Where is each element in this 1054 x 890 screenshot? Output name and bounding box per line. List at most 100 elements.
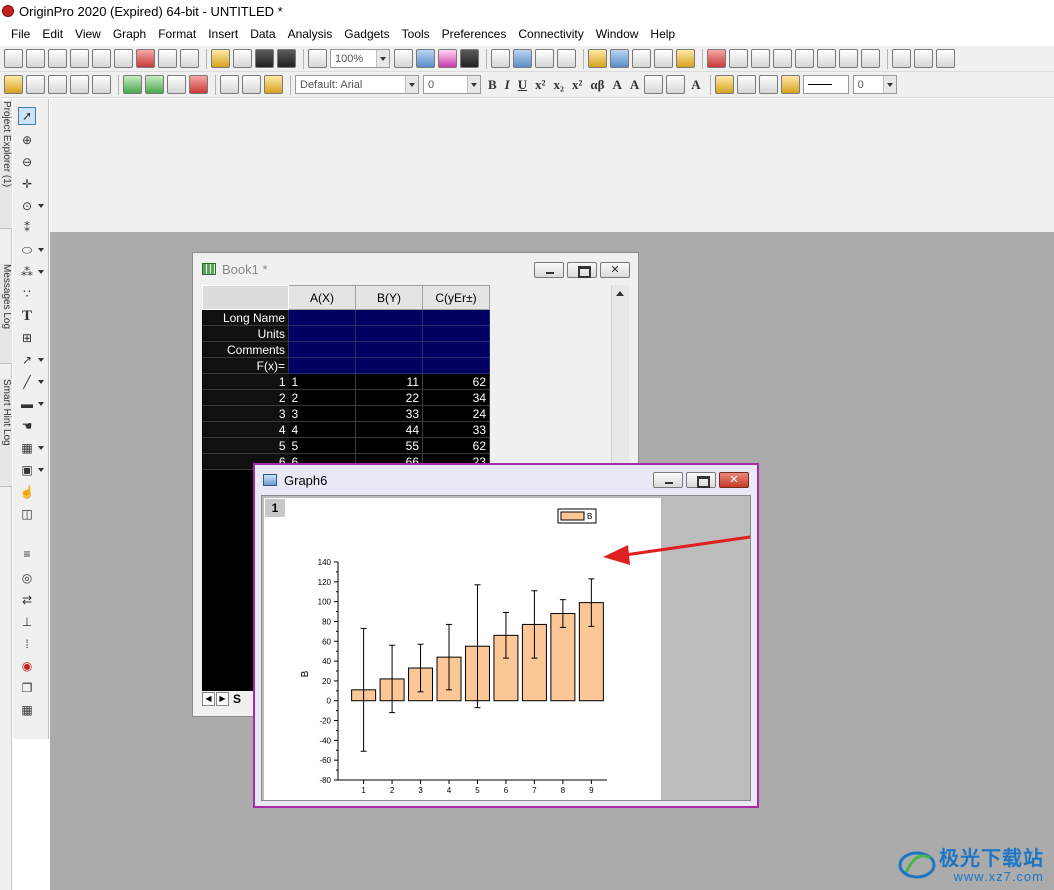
label-cell[interactable]: [422, 309, 490, 326]
zoom-combo[interactable]: 100%: [330, 49, 390, 68]
step-chart-icon[interactable]: [861, 49, 880, 68]
cell-c[interactable]: 33: [422, 421, 490, 438]
cell-a[interactable]: 3: [288, 405, 356, 422]
arrow-tool-icon[interactable]: ↗: [18, 351, 44, 369]
bold-icon[interactable]: B: [485, 75, 500, 94]
screen-reader-icon[interactable]: ✛: [18, 175, 36, 193]
project-explorer-tab[interactable]: Project Explorer (1): [0, 101, 12, 229]
layer-22-icon[interactable]: [70, 75, 89, 94]
increase-font-icon[interactable]: A: [609, 75, 624, 94]
italic-icon[interactable]: I: [502, 75, 513, 94]
refresh-icon[interactable]: [535, 49, 554, 68]
menu-window[interactable]: Window: [590, 24, 645, 44]
dots-table-icon[interactable]: ⁞: [18, 635, 36, 653]
new-folder-icon[interactable]: [26, 49, 45, 68]
copy-object-icon[interactable]: ❐: [18, 679, 36, 697]
layer-21-icon[interactable]: [48, 75, 67, 94]
minimize-icon[interactable]: [534, 262, 564, 278]
column-header-c[interactable]: C(yEr±): [422, 285, 490, 310]
filter-icon[interactable]: [892, 49, 911, 68]
data-reader-tool-icon[interactable]: ⊙: [18, 197, 44, 215]
label-cell[interactable]: [288, 357, 356, 374]
pointer-icon[interactable]: ➚: [18, 107, 36, 125]
row-label-formula[interactable]: F(x)=: [202, 357, 289, 374]
font-size-combo[interactable]: 0: [423, 75, 481, 94]
rotate-3d-icon[interactable]: ☝: [18, 483, 36, 501]
merge-layers-icon[interactable]: [92, 75, 111, 94]
sum-icon[interactable]: [751, 49, 770, 68]
label-cell[interactable]: [422, 325, 490, 342]
settings-gear-icon[interactable]: [676, 49, 695, 68]
sheet-tab[interactable]: S: [230, 692, 241, 706]
cell-b[interactable]: 55: [355, 437, 423, 454]
cell-a[interactable]: 2: [288, 389, 356, 406]
menu-connectivity[interactable]: Connectivity: [512, 24, 589, 44]
clear-filter-icon[interactable]: [914, 49, 933, 68]
menu-data[interactable]: Data: [244, 24, 281, 44]
cell-a[interactable]: 5: [288, 437, 356, 454]
menu-help[interactable]: Help: [644, 24, 681, 44]
command-window-icon[interactable]: [460, 49, 479, 68]
sequence-icon[interactable]: [795, 49, 814, 68]
new-workbook-icon[interactable]: [48, 49, 67, 68]
supersub-icon[interactable]: x²: [569, 75, 585, 94]
cell-a[interactable]: 4: [288, 421, 356, 438]
font-combo[interactable]: Default: Arial: [295, 75, 419, 94]
zoom-in-tool-icon[interactable]: ⊕: [18, 131, 36, 149]
menu-gadgets[interactable]: Gadgets: [338, 24, 395, 44]
font-color-icon[interactable]: A: [688, 75, 703, 94]
swap-layers-icon[interactable]: [145, 75, 164, 94]
stats-icon[interactable]: [729, 49, 748, 68]
zoom-in-icon[interactable]: [588, 49, 607, 68]
underline-icon[interactable]: U: [515, 75, 530, 94]
layer-list-icon[interactable]: ≡: [18, 545, 36, 563]
region-icon[interactable]: ▦: [18, 439, 44, 457]
label-cell[interactable]: [288, 341, 356, 358]
align-icon[interactable]: [644, 75, 664, 94]
add-layer-icon[interactable]: [4, 75, 23, 94]
label-cell[interactable]: [355, 341, 423, 358]
label-cell[interactable]: [288, 325, 356, 342]
cell-c[interactable]: 24: [422, 405, 490, 422]
menu-graph[interactable]: Graph: [107, 24, 152, 44]
open-icon[interactable]: [211, 49, 230, 68]
cell-a[interactable]: 1: [288, 373, 356, 390]
data-reader-icon[interactable]: [610, 49, 629, 68]
scroll-up-icon[interactable]: [616, 291, 624, 296]
new-function-icon[interactable]: [114, 49, 133, 68]
circle-tool-icon[interactable]: ◎: [18, 569, 36, 587]
export-page-icon[interactable]: [416, 49, 435, 68]
sheet-next-icon[interactable]: ▶: [216, 692, 229, 706]
line-color-icon[interactable]: [758, 75, 778, 94]
column-header-a[interactable]: A(X): [288, 285, 356, 310]
menu-view[interactable]: View: [69, 24, 107, 44]
maximize-icon[interactable]: [686, 472, 716, 488]
new-matrix-icon[interactable]: [92, 49, 111, 68]
menu-preferences[interactable]: Preferences: [436, 24, 513, 44]
greek-icon[interactable]: αβ: [587, 75, 607, 94]
brightness-icon[interactable]: [780, 75, 800, 94]
label-cell[interactable]: [355, 309, 423, 326]
stopwatch-icon[interactable]: ◉: [18, 657, 36, 675]
recalculate-icon[interactable]: [308, 49, 327, 68]
decrease-font-icon[interactable]: A: [627, 75, 642, 94]
menu-file[interactable]: File: [4, 24, 36, 44]
cell-b[interactable]: 11: [355, 373, 423, 390]
column-header-b[interactable]: B(Y): [355, 285, 423, 310]
cell-b[interactable]: 33: [355, 405, 423, 422]
project-tree-icon[interactable]: [557, 49, 576, 68]
cut-icon[interactable]: [220, 75, 239, 94]
close-icon[interactable]: [600, 262, 630, 278]
superscript-icon[interactable]: x²: [532, 75, 548, 94]
select-all-corner[interactable]: [202, 285, 289, 310]
graph-window[interactable]: Graph6 1 140120100806040200-20-40-60-801…: [253, 463, 759, 808]
row-label-units[interactable]: Units: [202, 325, 289, 342]
row-header[interactable]: 4: [202, 421, 289, 438]
rectangle-tool-icon[interactable]: ▬: [18, 395, 44, 413]
graph-titlebar[interactable]: Graph6: [255, 465, 757, 495]
row-header[interactable]: 3: [202, 405, 289, 422]
sheet-prev-icon[interactable]: ◀: [202, 692, 215, 706]
code-builder-icon[interactable]: [491, 49, 510, 68]
row-header[interactable]: 2: [202, 389, 289, 406]
menu-insert[interactable]: Insert: [202, 24, 244, 44]
